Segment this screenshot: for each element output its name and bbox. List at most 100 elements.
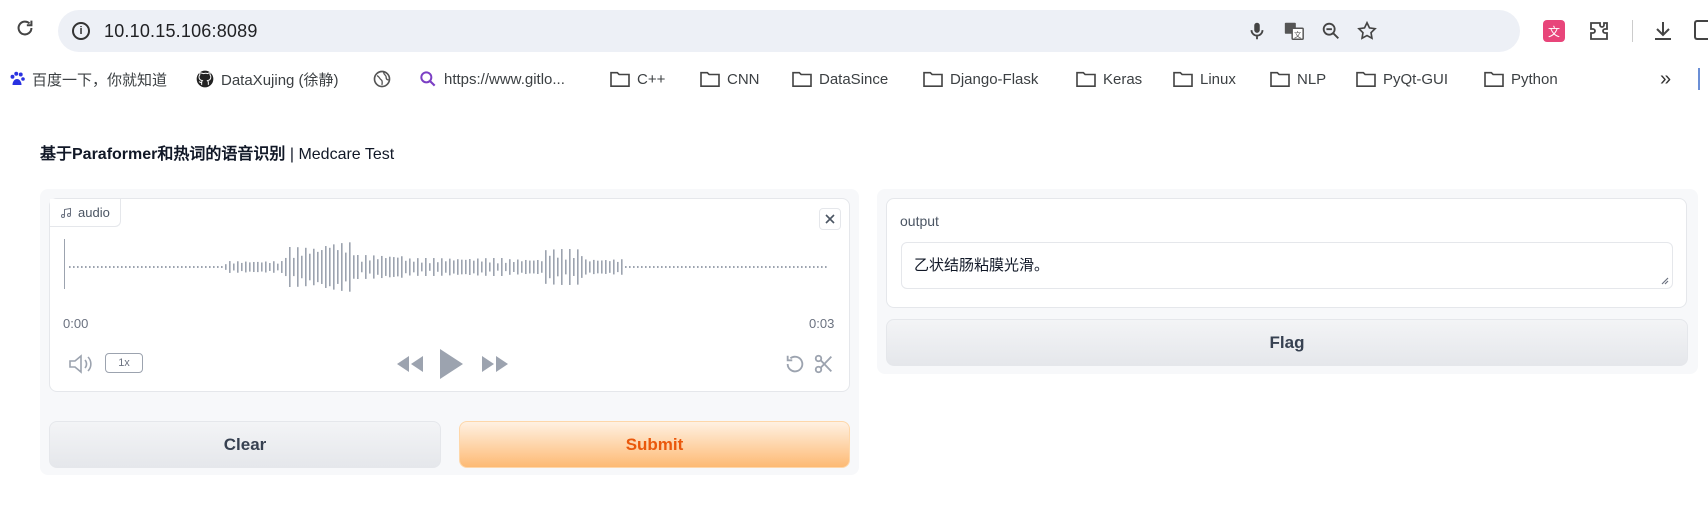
toolbar-divider bbox=[1632, 20, 1633, 42]
waveform-bar bbox=[685, 266, 687, 268]
waveform-bar bbox=[233, 263, 235, 271]
svg-text:文: 文 bbox=[1294, 30, 1302, 39]
clear-button[interactable]: Clear bbox=[49, 421, 441, 468]
flag-button[interactable]: Flag bbox=[886, 319, 1688, 366]
audio-waveform[interactable] bbox=[64, 237, 834, 297]
waveform-bar bbox=[225, 264, 227, 270]
resize-handle-icon[interactable] bbox=[1659, 275, 1669, 285]
waveform-bar bbox=[241, 262, 243, 272]
folder-icon bbox=[1270, 71, 1290, 88]
waveform-bar bbox=[357, 255, 359, 279]
output-textbox[interactable]: 乙状结肠粘膜光滑。 bbox=[901, 242, 1673, 289]
waveform-bar bbox=[425, 258, 427, 276]
waveform-bar bbox=[825, 266, 827, 268]
waveform-bar bbox=[161, 266, 163, 268]
waveform-bar bbox=[249, 262, 251, 272]
translate-icon[interactable]: 文 bbox=[1283, 20, 1305, 42]
waveform-bar bbox=[773, 266, 775, 268]
waveform-bar bbox=[405, 260, 407, 274]
bookmark-item[interactable]: https://www.gitlo... bbox=[418, 68, 565, 90]
waveform-bar bbox=[69, 266, 71, 268]
trim-scissors-icon[interactable] bbox=[813, 353, 835, 375]
waveform-bar bbox=[473, 260, 475, 274]
github-icon bbox=[196, 70, 214, 88]
waveform-bar bbox=[205, 266, 207, 268]
volume-icon[interactable] bbox=[68, 353, 94, 375]
bookmarks-bar: 百度一下，你就知道 DataXujing (徐静) https://www.gi… bbox=[0, 62, 1708, 96]
waveform-bar bbox=[309, 253, 311, 281]
fast-forward-icon[interactable] bbox=[480, 354, 510, 374]
folder-icon bbox=[610, 71, 630, 88]
waveform-bar bbox=[385, 258, 387, 276]
waveform-bar bbox=[573, 258, 575, 276]
waveform-bar bbox=[173, 266, 175, 268]
waveform-bar bbox=[673, 266, 675, 268]
waveform-bar bbox=[317, 251, 319, 283]
waveform-bar bbox=[313, 248, 315, 286]
bookmark-item[interactable]: 百度一下，你就知道 bbox=[8, 68, 167, 90]
waveform-bar bbox=[561, 249, 563, 285]
waveform-bar bbox=[741, 266, 743, 268]
more-bookmarks-button[interactable]: » bbox=[1660, 68, 1671, 90]
download-icon[interactable] bbox=[1651, 19, 1675, 43]
url-text[interactable]: 10.10.15.106:8089 bbox=[104, 21, 258, 42]
waveform-bar bbox=[637, 266, 639, 268]
waveform-bar bbox=[465, 259, 467, 275]
playback-speed-button[interactable]: 1x bbox=[105, 353, 143, 373]
waveform-bar bbox=[677, 266, 679, 268]
music-note-icon bbox=[61, 207, 71, 218]
bookmark-item[interactable] bbox=[372, 68, 392, 90]
bookmark-folder[interactable]: NLP bbox=[1269, 68, 1326, 90]
zoom-icon[interactable] bbox=[1320, 20, 1342, 42]
waveform-bar bbox=[577, 249, 579, 285]
reload-icon[interactable] bbox=[14, 17, 36, 39]
extensions-icon[interactable] bbox=[1587, 19, 1611, 43]
waveform-bar bbox=[77, 266, 79, 268]
waveform-bar bbox=[245, 261, 247, 273]
translate-extension-icon[interactable]: 文 bbox=[1542, 19, 1566, 43]
waveform-bar bbox=[609, 261, 611, 273]
waveform-bar bbox=[345, 252, 347, 282]
browser-toolbar: i 10.10.15.106:8089 文 文 bbox=[0, 0, 1708, 58]
bookmark-label: DataXujing (徐静) bbox=[221, 71, 339, 89]
waveform-bar bbox=[193, 266, 195, 268]
bookmark-folder[interactable]: DataSince bbox=[791, 68, 888, 90]
bookmark-folder[interactable]: C++ bbox=[609, 68, 665, 90]
waveform-bar bbox=[645, 266, 647, 268]
rewind-icon[interactable] bbox=[395, 354, 425, 374]
waveform-bar bbox=[105, 266, 107, 268]
waveform-bar bbox=[229, 261, 231, 273]
bookmark-folder[interactable]: Python bbox=[1483, 68, 1558, 90]
play-icon[interactable] bbox=[437, 347, 465, 381]
waveform-bar bbox=[557, 257, 559, 277]
bookmark-folder[interactable]: Django-Flask bbox=[922, 68, 1038, 90]
waveform-bar bbox=[809, 266, 811, 268]
bookmark-folder[interactable]: Linux bbox=[1172, 68, 1236, 90]
bookmark-star-icon[interactable] bbox=[1356, 20, 1378, 42]
bookmark-folder[interactable]: PyQt-GUI bbox=[1355, 68, 1448, 90]
bookmark-folder[interactable]: Keras bbox=[1075, 68, 1142, 90]
waveform-bar bbox=[781, 266, 783, 268]
waveform-bar bbox=[149, 266, 151, 268]
bookmark-label: https://www.gitlo... bbox=[444, 70, 565, 88]
waveform-bar bbox=[649, 266, 651, 268]
waveform-bar bbox=[769, 266, 771, 268]
waveform-bar bbox=[185, 266, 187, 268]
waveform-bar bbox=[285, 257, 287, 277]
waveform-bar bbox=[397, 257, 399, 277]
waveform-bar bbox=[301, 255, 303, 279]
side-panel-icon[interactable] bbox=[1694, 20, 1708, 40]
bookmark-item[interactable]: DataXujing (徐静) bbox=[195, 68, 339, 90]
reset-icon[interactable] bbox=[784, 353, 806, 375]
waveform-bar bbox=[353, 255, 355, 279]
bookmark-folder[interactable]: CNN bbox=[699, 68, 760, 90]
submit-button[interactable]: Submit bbox=[459, 421, 850, 468]
waveform-bar bbox=[433, 258, 435, 276]
waveform-bar bbox=[157, 266, 159, 268]
address-bar[interactable]: i 10.10.15.106:8089 文 bbox=[58, 10, 1520, 52]
microphone-icon[interactable] bbox=[1246, 20, 1268, 42]
waveform-bar bbox=[745, 266, 747, 268]
site-info-icon[interactable]: i bbox=[72, 22, 90, 40]
close-audio-button[interactable] bbox=[819, 208, 841, 230]
waveform-bar bbox=[265, 261, 267, 273]
